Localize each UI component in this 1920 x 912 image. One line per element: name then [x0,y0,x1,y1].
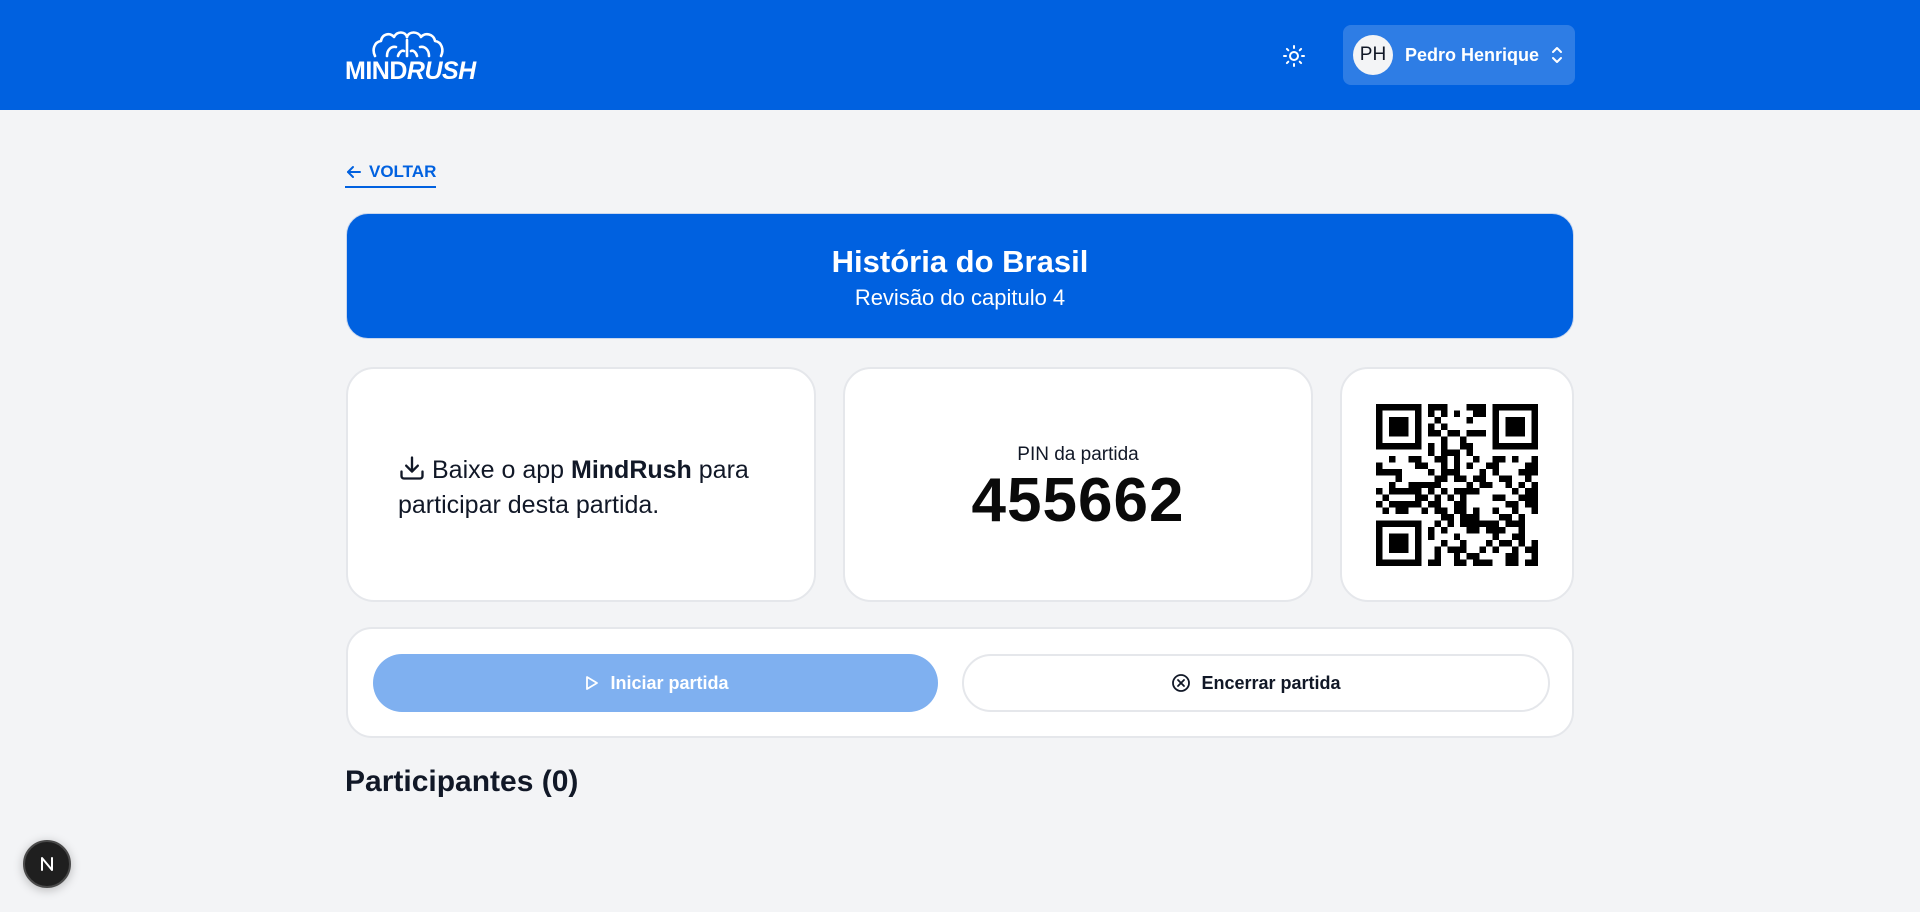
back-link[interactable]: VOLTAR [345,160,437,188]
start-match-button[interactable]: Iniciar partida [373,654,938,712]
logo-mind: MIND [345,57,407,85]
logo-wordmark: MINDRUSH [345,58,476,84]
sun-icon [1283,45,1305,67]
download-app-card: Baixe o app MindRush para participar des… [346,367,816,602]
start-match-label: Iniciar partida [610,672,729,693]
arrow-left-icon [347,166,361,178]
quiz-subtitle: Revisão do capitulo 4 [854,285,1066,310]
theme-toggle-button[interactable] [1280,42,1308,70]
logo-rush: RUSH [406,57,476,85]
download-text-before: Baixe o app [432,456,571,484]
mindrush-logo[interactable]: MINDRUSH [345,28,476,84]
user-menu-button[interactable]: PH Pedro Henrique [1343,25,1575,85]
quiz-title: História do Brasil [831,244,1089,279]
top-bar: MINDRUSH PH Pedro Henrique [0,0,1920,110]
n-logo-icon [41,857,53,871]
app-name: MindRush [571,456,692,484]
chevron-up-down-icon [1552,47,1562,63]
avatar: PH [1353,35,1393,75]
match-actions: Iniciar partida Encerrar partida [346,627,1574,738]
end-match-button[interactable]: Encerrar partida [962,654,1550,712]
pin-label: PIN da partida [1017,444,1139,465]
close-circle-icon [1172,674,1191,692]
user-name: Pedro Henrique [1405,44,1540,65]
download-message: Baixe o app MindRush para participar des… [398,453,798,523]
quiz-banner: História do Brasil Revisão do capitulo 4 [346,213,1574,339]
qr-code [1376,404,1538,566]
play-icon [586,676,599,690]
dev-tools-badge[interactable] [23,840,71,888]
brain-icon [372,31,444,58]
pin-card: PIN da partida 455662 [843,367,1313,602]
download-icon [400,456,424,480]
pin-value: 455662 [971,466,1185,535]
qr-card [1340,367,1574,602]
back-label: VOLTAR [369,162,437,181]
end-match-label: Encerrar partida [1201,672,1341,693]
participants-heading: Participantes (0) [345,765,579,798]
